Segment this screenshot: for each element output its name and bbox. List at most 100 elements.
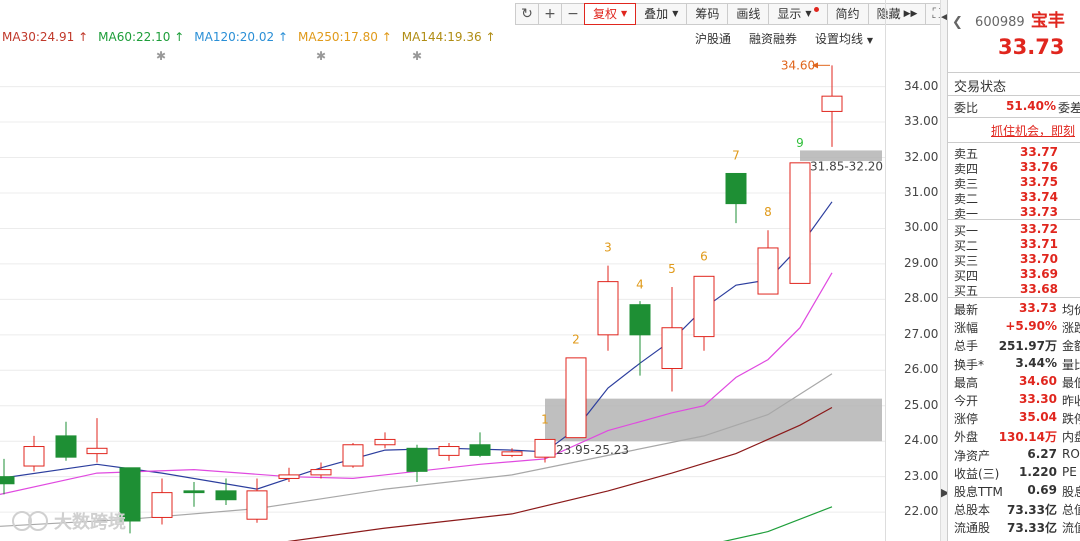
quote-panel: ❮ 600989 宝丰 33.73 交易状态 委比 51.40% 委差 抓住机会…: [947, 0, 1080, 541]
ma-settings-link[interactable]: 设置均线 ▼: [815, 30, 873, 47]
rzrq-link[interactable]: 融资融券: [749, 30, 797, 47]
stat-row-value: 73.33亿: [1007, 503, 1057, 518]
ask-row-label: 卖一: [954, 207, 979, 221]
sequence-count-label: 3: [604, 240, 612, 254]
bid-row-value: 33.68: [1020, 282, 1058, 296]
stat-row-value: 130.14万: [998, 430, 1057, 445]
stat-row-extra: PE: [1062, 464, 1077, 479]
stat-row-label: 换手*: [954, 357, 985, 372]
ma30-label: MA30:24.91 ↑: [2, 30, 89, 44]
stat-row-label: 外盘: [954, 430, 979, 445]
stat-row-extra: 跌停: [1062, 412, 1080, 427]
kline-chart[interactable]: ✱ ✱ ✱ 1 2 3 4 5 6 7 8 9 34.60 31.85-32.20 23.95-25.23 大…: [0, 0, 885, 541]
zoom-out-icon[interactable]: −: [561, 3, 585, 25]
stat-row-value: 33.30: [1019, 392, 1057, 406]
price-tick-label: 25.00: [904, 397, 939, 412]
candle-down: [725, 172, 747, 205]
event-marker-icon: ✱: [412, 49, 422, 63]
price-tick-label: 23.00: [904, 468, 939, 483]
candle-up: [342, 444, 364, 467]
sub-links: 沪股通 融资融券 设置均线 ▼: [695, 30, 873, 47]
stat-row-extra: 涨跌: [1062, 321, 1080, 336]
candle-up: [151, 492, 173, 518]
candle-up: [565, 357, 587, 439]
ma-legend: MA30:24.91 ↑ MA60:22.10 ↑ MA120:20.02 ↑ …: [2, 30, 496, 44]
bid-row-value: 33.72: [1020, 222, 1058, 236]
chips-button[interactable]: 筹码: [686, 3, 729, 25]
candle-up: [661, 327, 683, 370]
sequence-count-label: 9: [796, 136, 804, 150]
stat-row-value: 251.97万: [998, 339, 1057, 354]
overlay-dropdown[interactable]: 叠加 ▼: [635, 3, 688, 25]
stat-row-value: 73.33亿: [1007, 521, 1057, 536]
chevron-down-icon: ▼: [866, 36, 874, 45]
ask-row-value: 33.73: [1020, 205, 1058, 219]
stat-row-label: 总手: [954, 339, 979, 354]
stock-code: 600989: [975, 15, 1025, 30]
weibi-row: 委比 51.40% 委差: [954, 99, 1080, 115]
stat-row-label: 最高: [954, 375, 979, 390]
ma60-label: MA60:22.10 ↑: [98, 30, 185, 44]
stat-row-label: 净资产: [954, 448, 991, 463]
stat-row-label: 收益(三): [954, 466, 1000, 481]
sequence-count-label: 6: [700, 249, 708, 263]
price-axis: 34.00 33.00 32.00 31.00 30.00 29.00 28.00 27.00…: [885, 0, 940, 541]
sequence-count-label: 8: [764, 205, 772, 219]
stat-row: 今开 33.30 昨收: [948, 391, 1080, 408]
candle-down: [469, 444, 491, 456]
fuquan-dropdown[interactable]: 复权 ▼: [584, 3, 637, 25]
sequence-count-label: 5: [668, 262, 676, 276]
back-chevron-icon[interactable]: ❮: [952, 15, 963, 30]
candle-down: [215, 490, 237, 501]
ask-row-value: 33.75: [1020, 175, 1058, 189]
hgt-link[interactable]: 沪股通: [695, 30, 731, 47]
watermark-text: 大数跨境: [54, 511, 126, 533]
price-tick-label: 33.00: [904, 114, 939, 129]
candle-up: [310, 469, 332, 476]
stat-row-label: 股息TTM: [954, 485, 1003, 499]
price-tick-label: 31.00: [904, 184, 939, 199]
refresh-icon[interactable]: ↻: [515, 3, 539, 25]
price-tick-label: 34.00: [904, 78, 939, 93]
stat-row: 最新 33.73 均价: [948, 300, 1080, 317]
stat-row-value: 35.04: [1019, 410, 1057, 425]
stat-row-value: 0.69: [1027, 483, 1057, 497]
price-tick-label: 27.00: [904, 326, 939, 341]
stat-row-value: 33.73: [1019, 301, 1057, 315]
stat-row-label: 涨停: [954, 412, 979, 427]
panel-splitter[interactable]: ◀ ▶: [940, 0, 949, 541]
bid-row-label: 买五: [954, 284, 979, 298]
price-tick-label: 30.00: [904, 220, 939, 235]
candle-down: [55, 435, 77, 458]
price-tick-label: 29.00: [904, 255, 939, 270]
zoom-in-icon[interactable]: +: [538, 3, 562, 25]
stat-row: 换手* 3.44% 量比: [948, 355, 1080, 372]
stat-row: 总手 251.97万金额: [948, 336, 1080, 353]
stat-row-value: 3.44%: [1015, 355, 1057, 370]
bid-row-value: 33.71: [1020, 237, 1058, 251]
candle-up: [757, 247, 779, 295]
stat-row: 外盘 130.14万内盘: [948, 427, 1080, 444]
price-tick-label: 24.00: [904, 433, 939, 448]
sequence-count-label: 2: [572, 333, 580, 347]
sequence-count-label: 7: [732, 148, 740, 162]
stat-row-label: 流通股: [954, 521, 991, 536]
simple-mode-button[interactable]: 简约: [826, 3, 869, 25]
stat-row-extra: 昨收: [1062, 394, 1080, 408]
candle-up: [438, 446, 460, 456]
price-tick-label: 28.00: [904, 291, 939, 306]
promo-banner-link[interactable]: 抓住机会，即刻: [991, 122, 1075, 139]
stat-row-label: 今开: [954, 394, 979, 408]
kline-chart-area[interactable]: ✱ ✱ ✱ 1 2 3 4 5 6 7 8 9 34.60 31.85-32.20 23.95-25.23 大…: [0, 0, 950, 541]
bid-row-value: 33.69: [1020, 267, 1058, 281]
display-dropdown[interactable]: 显示 ▼: [768, 3, 828, 25]
ma144-label: MA144:19.36 ↑: [401, 30, 496, 44]
event-marker-icon: ✱: [316, 49, 326, 63]
stat-row-extra: 总值: [1062, 503, 1080, 518]
stat-row: 净资产 6.27 ROE: [948, 446, 1080, 463]
stat-row-label: 最新: [954, 303, 979, 317]
stock-name: 宝丰: [1030, 11, 1065, 31]
bid-row-value: 33.70: [1020, 252, 1058, 266]
stat-row: 涨停 35.04 跌停: [948, 409, 1080, 426]
draw-line-button[interactable]: 画线: [727, 3, 770, 25]
